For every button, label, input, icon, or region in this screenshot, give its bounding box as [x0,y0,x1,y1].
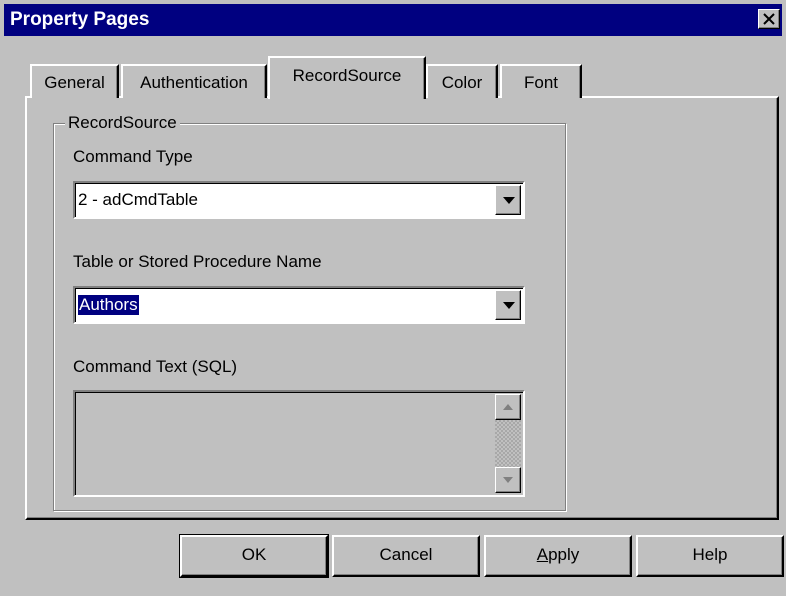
chevron-down-icon [503,302,515,309]
scroll-up-button[interactable] [495,394,521,420]
tab-color[interactable]: Color [426,64,498,98]
command-type-dropdown[interactable]: 2 - adCmdTable [73,181,525,219]
ok-button-label: OK [241,545,267,564]
apply-button-label: pply [548,545,580,564]
ok-button[interactable]: OK [179,534,329,578]
command-text-label: Command Text (SQL) [73,357,238,376]
tab-general[interactable]: General [30,64,119,98]
command-type-dropdown-button[interactable] [495,185,521,215]
apply-button[interactable]: Apply [484,535,632,577]
window-title: Property Pages [10,9,150,30]
table-name-dropdown[interactable]: Authors [73,286,525,324]
command-text-field[interactable] [73,390,525,497]
chevron-down-icon [503,197,515,204]
command-type-value: 2 - adCmdTable [78,190,199,209]
command-type-label: Command Type [73,147,193,166]
close-icon [763,13,775,25]
tab-recordsource-label: RecordSource [292,66,402,85]
close-button[interactable] [758,9,780,29]
tab-authentication-label: Authentication [140,73,248,92]
apply-mnemonic: A [536,545,549,564]
help-button-label: Help [692,545,728,564]
cancel-button[interactable]: Cancel [332,535,480,577]
title-bar: Property Pages [4,4,782,36]
tab-recordsource[interactable]: RecordSource [268,56,426,99]
tab-authentication[interactable]: Authentication [121,64,267,98]
cancel-button-label: Cancel [379,545,433,564]
tab-font-label: Font [523,73,559,92]
tab-general-label: General [44,73,105,92]
tab-font[interactable]: Font [500,64,582,98]
arrow-down-icon [503,477,513,483]
tab-color-label: Color [441,73,483,92]
scroll-down-button[interactable] [495,467,521,493]
table-name-value: Authors [78,295,139,315]
help-button[interactable]: Help [636,535,784,577]
command-text-scrollbar[interactable] [495,394,521,493]
arrow-up-icon [503,404,513,410]
recordsource-group-label: RecordSource [65,113,180,133]
table-name-label: Table or Stored Procedure Name [73,252,322,271]
table-name-dropdown-button[interactable] [495,290,521,320]
